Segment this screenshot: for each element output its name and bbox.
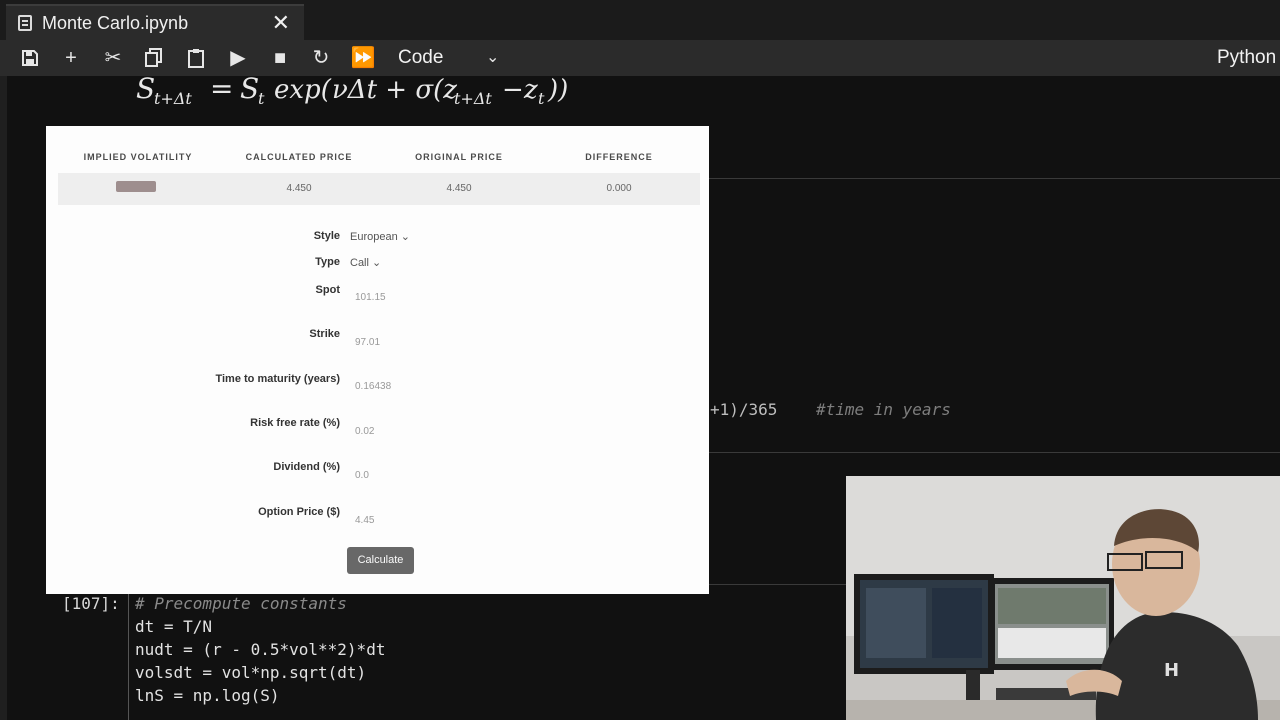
type-select[interactable]: Call ⌄	[350, 256, 381, 269]
cell-type-select[interactable]: Code	[398, 44, 443, 72]
svg-text:)): ))	[547, 75, 568, 105]
risk-free-rate-label: Risk free rate (%)	[250, 417, 340, 429]
option-calculator-panel: IMPLIED VOLATILITY CALCULATED PRICE ORIG…	[46, 126, 709, 594]
type-label: Type	[315, 256, 340, 268]
svg-text:t+Δt: t+Δt	[454, 89, 492, 108]
copy-icon[interactable]	[141, 46, 167, 70]
stop-icon[interactable]: ■	[267, 46, 293, 70]
tab-title: Monte Carlo.ipynb	[42, 12, 189, 33]
svg-text:t: t	[258, 89, 265, 108]
run-icon[interactable]: ▶	[225, 46, 251, 70]
kernel-name[interactable]: Python 3	[1217, 44, 1280, 72]
code-line: # Precompute constants	[135, 594, 347, 613]
header-difference: DIFFERENCE	[585, 152, 653, 162]
svg-text:=: =	[210, 72, 233, 105]
svg-text:t+Δt: t+Δt	[154, 89, 192, 108]
calculate-button[interactable]: Calculate	[347, 547, 414, 574]
svg-text:S: S	[136, 72, 155, 105]
type-value: Call	[350, 257, 369, 269]
header-original-price: ORIGINAL PRICE	[415, 152, 503, 162]
strike-label: Strike	[309, 328, 340, 340]
svg-text:−: −	[502, 75, 524, 105]
implied-volatility-redacted	[116, 181, 156, 192]
add-cell-icon[interactable]: +	[58, 46, 84, 70]
dividend-input[interactable]: 0.0	[355, 470, 369, 481]
chevron-down-icon: ⌄	[400, 231, 410, 243]
svg-text:νΔt + σ(z: νΔt + σ(z	[332, 75, 457, 105]
code-line: dt = T/N	[135, 617, 213, 636]
chevron-down-icon[interactable]: ⌄	[486, 44, 499, 72]
spot-label: Spot	[315, 284, 340, 296]
code-line: lnS = np.log(S)	[135, 686, 280, 705]
style-select[interactable]: European ⌄	[350, 230, 410, 243]
time-to-maturity-label: Time to maturity (years)	[215, 373, 340, 385]
code-fragment-comment: #time in years	[815, 400, 951, 419]
dividend-label: Dividend (%)	[273, 461, 340, 473]
risk-free-rate-input[interactable]: 0.02	[355, 426, 374, 437]
webcam-overlay: H	[846, 476, 1280, 720]
option-price-label: Option Price ($)	[258, 506, 340, 518]
spot-input[interactable]: 101.15	[355, 292, 386, 303]
svg-text:S: S	[240, 72, 259, 105]
code-fragment-text: +1)/365	[710, 400, 778, 419]
code-cell[interactable]: # Precompute constants dt = T/N nudt = (…	[128, 592, 848, 720]
header-calculated-price: CALCULATED PRICE	[245, 152, 353, 162]
gbm-formula: S t+Δt = S t exp( νΔt + σ(z t+Δt − z t )…	[136, 70, 586, 117]
chevron-down-icon: ⌄	[372, 257, 382, 269]
shirt-logo: H	[1164, 660, 1179, 681]
cell-divider	[709, 584, 846, 585]
tab-bar: Monte Carlo.ipynb ✕	[0, 0, 1280, 40]
code-line: volsdt = vol*np.sqrt(dt)	[135, 663, 367, 682]
notebook-gutter	[0, 76, 7, 720]
option-price-input[interactable]: 4.45	[355, 515, 374, 526]
svg-text:z: z	[523, 75, 538, 105]
style-value: European	[350, 231, 398, 243]
time-to-maturity-input[interactable]: 0.16438	[355, 381, 391, 392]
svg-text:exp(: exp(	[274, 75, 332, 105]
strike-input[interactable]: 97.01	[355, 337, 380, 348]
notebook-icon	[18, 15, 32, 31]
close-icon[interactable]: ✕	[272, 10, 290, 36]
cell-prompt: [107]:	[62, 594, 120, 613]
paste-icon[interactable]	[183, 46, 209, 70]
tab-notebook[interactable]: Monte Carlo.ipynb ✕	[6, 4, 304, 40]
cell-divider	[709, 452, 1280, 453]
code-fragment: +1)/365 #time in years	[710, 400, 951, 419]
cell-divider	[709, 178, 1280, 179]
svg-text:t: t	[538, 89, 545, 108]
save-icon[interactable]	[17, 46, 43, 70]
original-price-value: 4.450	[446, 183, 472, 194]
difference-value: 0.000	[606, 183, 632, 194]
header-implied-volatility: IMPLIED VOLATILITY	[83, 152, 193, 162]
code-line: nudt = (r - 0.5*vol**2)*dt	[135, 640, 386, 659]
run-all-icon[interactable]: ⏩	[350, 46, 376, 70]
calculated-price-value: 4.450	[286, 183, 312, 194]
cut-icon[interactable]: ✂	[100, 46, 126, 70]
style-label: Style	[313, 230, 340, 242]
restart-icon[interactable]: ↻	[308, 46, 334, 70]
webcam-scene: H	[846, 476, 1280, 720]
